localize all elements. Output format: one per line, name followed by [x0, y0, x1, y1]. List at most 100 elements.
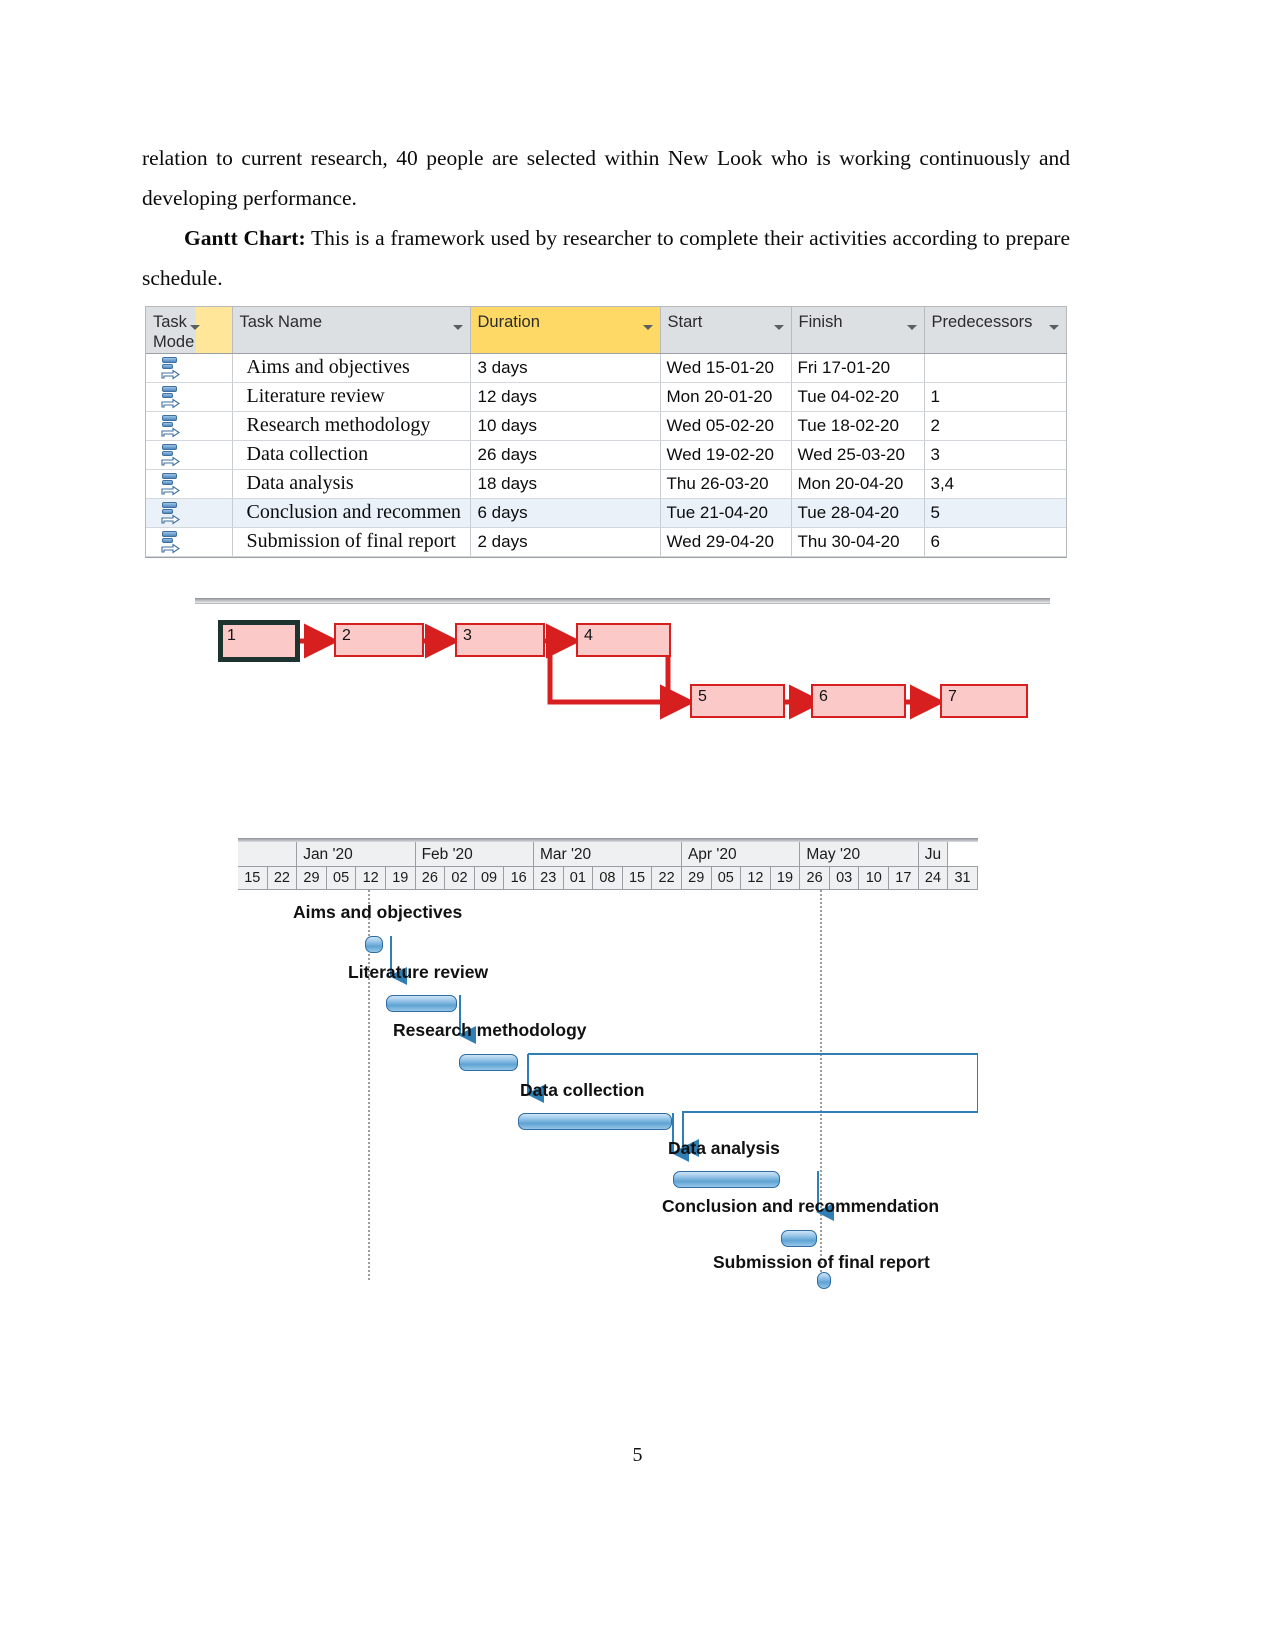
- cell-task-name[interactable]: Conclusion and recommen: [232, 498, 471, 528]
- cell-start[interactable]: Mon 20-01-20: [660, 382, 792, 412]
- table-row[interactable]: Data analysis 18 days Thu 26-03-20 Mon 20-0…: [146, 469, 1066, 499]
- gantt-bar[interactable]: [781, 1230, 817, 1247]
- cell-predecessors[interactable]: [924, 353, 1066, 383]
- table-header-row: Task Mode Task Name Duration Start Finis…: [146, 307, 1067, 354]
- auto-scheduled-icon[interactable]: [160, 501, 182, 525]
- cell-duration[interactable]: 18 days: [470, 469, 661, 499]
- cell-start[interactable]: Wed 29-04-20: [660, 527, 792, 557]
- cell-task-name[interactable]: Literature review: [232, 382, 471, 412]
- cell-task-mode[interactable]: [146, 527, 233, 557]
- cell-duration[interactable]: 12 days: [470, 382, 661, 412]
- cell-finish[interactable]: Tue 18-02-20: [791, 411, 925, 441]
- chevron-down-icon[interactable]: [1048, 325, 1059, 330]
- auto-scheduled-icon[interactable]: [160, 472, 182, 496]
- timeline-week-tick: 23: [533, 867, 564, 889]
- cell-predecessors[interactable]: 6: [924, 527, 1066, 557]
- network-node-3[interactable]: 3: [455, 623, 545, 657]
- gantt-bar[interactable]: [365, 936, 384, 953]
- network-node-4[interactable]: 4: [576, 623, 671, 657]
- cell-task-mode[interactable]: [146, 440, 233, 470]
- cell-finish[interactable]: Fri 17-01-20: [791, 353, 925, 383]
- column-header-start[interactable]: Start: [660, 307, 792, 354]
- gantt-bar[interactable]: [673, 1171, 780, 1188]
- network-node-5[interactable]: 5: [690, 684, 785, 718]
- auto-scheduled-icon[interactable]: [160, 356, 182, 380]
- cell-finish[interactable]: Wed 25-03-20: [791, 440, 925, 470]
- cell-task-name[interactable]: Submission of final report: [232, 527, 471, 557]
- network-node-1[interactable]: 1: [218, 620, 300, 662]
- network-node-6[interactable]: 6: [811, 684, 906, 718]
- cell-duration[interactable]: 10 days: [470, 411, 661, 441]
- task-table-body: Aims and objectives 3 days Wed 15-01-20 Fri…: [146, 353, 1066, 557]
- timeline-month-cell: Feb '20: [415, 842, 534, 866]
- cell-duration[interactable]: 26 days: [470, 440, 661, 470]
- timeline-week-tick: 22: [652, 867, 682, 889]
- cell-start[interactable]: Tue 21-04-20: [660, 498, 792, 528]
- gantt-bar[interactable]: [386, 995, 458, 1012]
- column-header-task-mode[interactable]: Task Mode: [146, 307, 233, 354]
- cell-task-mode[interactable]: [146, 353, 233, 383]
- table-row[interactable]: Data collection 26 days Wed 19-02-20 Wed 25…: [146, 440, 1066, 470]
- table-row[interactable]: Conclusion and recommen 6 days Tue 21-04-2…: [146, 498, 1066, 528]
- cell-start[interactable]: Wed 05-02-20: [660, 411, 792, 441]
- table-row[interactable]: Literature review 12 days Mon 20-01-20 Tue …: [146, 382, 1066, 412]
- cell-duration[interactable]: 6 days: [470, 498, 661, 528]
- cell-task-name[interactable]: Data analysis: [232, 469, 471, 499]
- gantt-bar[interactable]: [458, 1054, 518, 1071]
- network-node-2[interactable]: 2: [334, 623, 424, 657]
- cell-task-name[interactable]: Aims and objectives: [232, 353, 471, 383]
- cell-task-name[interactable]: Research methodology: [232, 411, 471, 441]
- cell-predecessors[interactable]: 3,4: [924, 469, 1066, 499]
- gantt-chart-heading: Gantt Chart:: [184, 226, 306, 250]
- cell-start[interactable]: Thu 26-03-20: [660, 469, 792, 499]
- timeline-week-tick: 24: [918, 867, 949, 889]
- auto-scheduled-icon[interactable]: [160, 385, 182, 409]
- table-row[interactable]: Research methodology 10 days Wed 05-02-20 T…: [146, 411, 1066, 441]
- task-name-label: Task Name: [239, 313, 323, 331]
- column-header-finish[interactable]: Finish: [791, 307, 925, 354]
- cell-finish[interactable]: Tue 04-02-20: [791, 382, 925, 412]
- cell-predecessors[interactable]: 5: [924, 498, 1066, 528]
- timeline-week-tick: 26: [800, 867, 830, 889]
- auto-scheduled-icon[interactable]: [160, 414, 182, 438]
- cell-task-mode[interactable]: [146, 382, 233, 412]
- table-row[interactable]: Submission of final report 2 days Wed 29-0…: [146, 527, 1066, 557]
- gantt-bar-label: Aims and objectives: [293, 902, 463, 922]
- page-number: 5: [632, 1444, 643, 1466]
- column-header-predecessors[interactable]: Predecessors: [924, 307, 1067, 354]
- cell-task-name[interactable]: Data collection: [232, 440, 471, 470]
- cell-duration[interactable]: 3 days: [470, 353, 661, 383]
- cell-duration[interactable]: 2 days: [470, 527, 661, 557]
- cell-predecessors[interactable]: 3: [924, 440, 1066, 470]
- cell-task-mode[interactable]: [146, 498, 233, 528]
- chevron-down-icon[interactable]: [452, 325, 463, 330]
- chevron-down-icon[interactable]: [190, 325, 200, 330]
- predecessors-label: Predecessors: [931, 313, 1033, 331]
- gantt-timeline-weeks: 15 22 29 05 12 19 26 02 09 16 23 01 08 15 22 29 05 12 19 26…: [238, 867, 978, 890]
- gantt-bar[interactable]: [517, 1113, 672, 1130]
- cell-predecessors[interactable]: 2: [924, 411, 1066, 441]
- gantt-bar-label: Submission of final report: [713, 1252, 930, 1272]
- network-node-7[interactable]: 7: [940, 684, 1028, 718]
- timeline-week-tick: 16: [504, 867, 534, 889]
- column-header-task-name[interactable]: Task Name: [232, 307, 471, 354]
- table-row[interactable]: Aims and objectives 3 days Wed 15-01-20 Fri…: [146, 353, 1066, 383]
- cell-finish[interactable]: Mon 20-04-20: [791, 469, 925, 499]
- cell-start[interactable]: Wed 19-02-20: [660, 440, 792, 470]
- chevron-down-icon[interactable]: [773, 325, 784, 330]
- timeline-month-cell: Ju: [918, 842, 949, 866]
- cell-task-mode[interactable]: [146, 411, 233, 441]
- cell-predecessors[interactable]: 1: [924, 382, 1066, 412]
- cell-finish[interactable]: Thu 30-04-20: [791, 527, 925, 557]
- cell-start[interactable]: Wed 15-01-20: [660, 353, 792, 383]
- gantt-bar[interactable]: [816, 1272, 831, 1289]
- timeline-week-tick: 12: [741, 867, 771, 889]
- column-header-duration[interactable]: Duration: [470, 307, 661, 354]
- cell-finish[interactable]: Tue 28-04-20: [791, 498, 925, 528]
- auto-scheduled-icon[interactable]: [160, 530, 182, 554]
- chevron-down-icon[interactable]: [642, 325, 653, 330]
- gantt-timeline-months: Jan '20 Feb '20 Mar '20 Apr '20 May '20 Ju: [238, 842, 978, 867]
- cell-task-mode[interactable]: [146, 469, 233, 499]
- chevron-down-icon[interactable]: [906, 325, 917, 330]
- auto-scheduled-icon[interactable]: [160, 443, 182, 467]
